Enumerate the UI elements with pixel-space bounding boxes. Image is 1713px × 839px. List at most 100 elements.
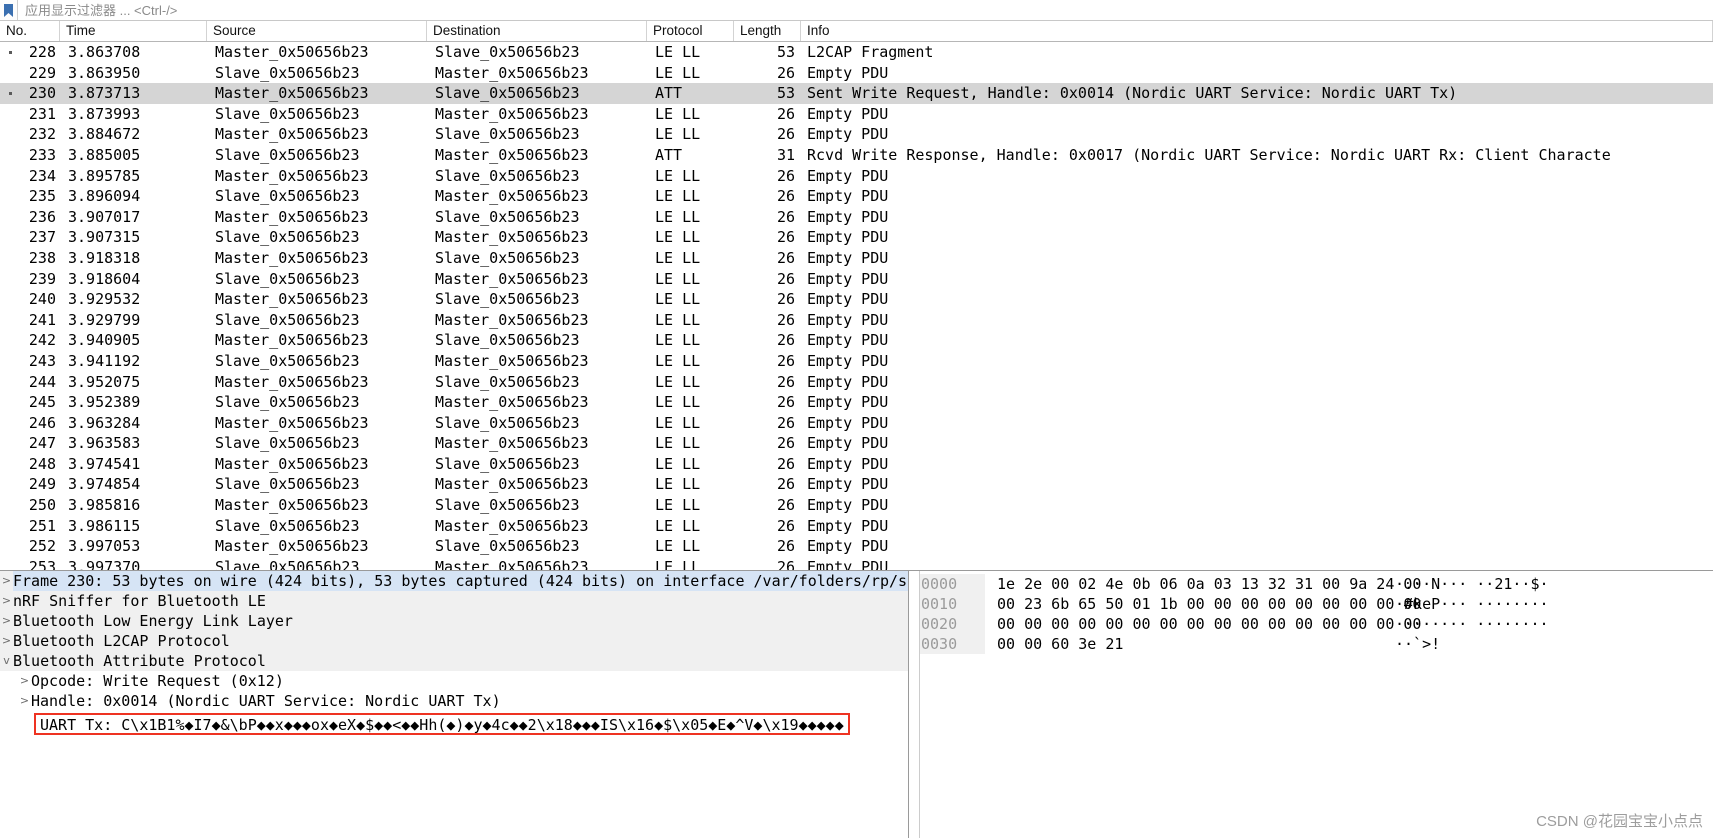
chevron-right-icon[interactable]: > [0, 571, 13, 591]
column-header-length[interactable]: Length [734, 21, 801, 41]
column-header-source[interactable]: Source [207, 21, 427, 41]
cell-no: 235 [28, 187, 56, 206]
cell-info: Empty PDU [807, 63, 889, 82]
detail-tree-row[interactable]: > Frame 230: 53 bytes on wire (424 bits),… [0, 571, 908, 591]
chevron-right-icon[interactable]: > [0, 591, 13, 611]
packet-list-body[interactable]: 228 3.863708 Master_0x50656b23 Slave_0x5065… [0, 42, 1713, 571]
cell-time: 3.907315 [68, 228, 141, 247]
display-filter-input[interactable] [18, 0, 1713, 20]
table-row[interactable]: 230 3.873713 Master_0x50656b23 Slave_0x5065… [0, 83, 1713, 104]
cell-time: 3.952389 [68, 393, 141, 412]
table-row[interactable]: 249 3.974854 Slave_0x50656b23 Master_0x5065… [0, 474, 1713, 495]
table-row[interactable]: 244 3.952075 Master_0x50656b23 Slave_0x5065… [0, 372, 1713, 393]
hex-ascii: ········ ········ [1395, 615, 1549, 633]
bookmark-icon[interactable] [0, 0, 18, 20]
cell-protocol: LE LL [655, 434, 701, 453]
cell-no: 246 [28, 413, 56, 432]
column-header-time[interactable]: Time [60, 21, 207, 41]
hex-bytes: 00 00 00 00 00 00 00 00 00 00 00 00 00 0… [997, 615, 1422, 633]
cell-destination: Master_0x50656b23 [435, 351, 589, 370]
column-header-destination[interactable]: Destination [427, 21, 647, 41]
cell-no: 232 [28, 125, 56, 144]
table-row[interactable]: 234 3.895785 Master_0x50656b23 Slave_0x5065… [0, 166, 1713, 187]
column-header-no[interactable]: No. [0, 21, 60, 41]
table-row[interactable]: 245 3.952389 Slave_0x50656b23 Master_0x5065… [0, 392, 1713, 413]
cell-protocol: LE LL [655, 248, 701, 267]
detail-tree-row[interactable]: v Bluetooth Attribute Protocol [0, 651, 908, 671]
hex-bytes: 1e 2e 00 02 4e 0b 06 0a 03 13 32 31 00 9… [997, 575, 1422, 593]
hex-dump-row[interactable]: 0000 1e 2e 00 02 4e 0b 06 0a 03 13 32 31 … [909, 574, 1713, 594]
chevron-right-icon[interactable]: > [0, 611, 13, 631]
cell-no: 244 [28, 372, 56, 391]
column-header-info[interactable]: Info [801, 21, 1713, 41]
cell-source: Master_0x50656b23 [215, 537, 369, 556]
cell-destination: Slave_0x50656b23 [435, 331, 580, 350]
detail-tree-row[interactable]: > Handle: 0x0014 (Nordic UART Service: No… [0, 691, 908, 711]
chevron-right-icon[interactable]: > [18, 691, 31, 711]
cell-destination: Master_0x50656b23 [435, 557, 589, 571]
cell-no: 234 [28, 166, 56, 185]
cell-no: 233 [28, 145, 56, 164]
cell-info: Empty PDU [807, 187, 889, 206]
cell-no: 241 [28, 310, 56, 329]
detail-tree-label: Handle: 0x0014 (Nordic UART Service: Nor… [31, 692, 501, 710]
cell-protocol: LE LL [655, 290, 701, 309]
table-row[interactable]: 238 3.918318 Master_0x50656b23 Slave_0x5065… [0, 248, 1713, 269]
packet-list-pane[interactable]: No. Time Source Destination Protocol Len… [0, 21, 1713, 571]
cell-time: 3.863708 [68, 43, 141, 61]
detail-tree-row[interactable]: > nRF Sniffer for Bluetooth LE [0, 591, 908, 611]
packet-details-pane[interactable]: > Frame 230: 53 bytes on wire (424 bits),… [0, 571, 908, 838]
detail-tree-label: Bluetooth Low Energy Link Layer [13, 612, 293, 630]
cell-destination: Master_0x50656b23 [435, 63, 589, 82]
table-row[interactable]: 237 3.907315 Slave_0x50656b23 Master_0x5065… [0, 227, 1713, 248]
cell-length: 53 [776, 84, 795, 103]
table-row[interactable]: 241 3.929799 Slave_0x50656b23 Master_0x5065… [0, 310, 1713, 331]
table-row[interactable]: 239 3.918604 Slave_0x50656b23 Master_0x5065… [0, 269, 1713, 290]
table-row[interactable]: 251 3.986115 Slave_0x50656b23 Master_0x5065… [0, 516, 1713, 537]
detail-tree-row[interactable]: > Bluetooth L2CAP Protocol [0, 631, 908, 651]
cell-destination: Master_0x50656b23 [435, 516, 589, 535]
table-row[interactable]: 233 3.885005 Slave_0x50656b23 Master_0x5065… [0, 145, 1713, 166]
table-row[interactable]: 235 3.896094 Slave_0x50656b23 Master_0x5065… [0, 186, 1713, 207]
table-row[interactable]: 247 3.963583 Slave_0x50656b23 Master_0x5065… [0, 433, 1713, 454]
table-row[interactable]: 243 3.941192 Slave_0x50656b23 Master_0x5065… [0, 351, 1713, 372]
hex-dump[interactable]: 0000 1e 2e 00 02 4e 0b 06 0a 03 13 32 31 … [909, 571, 1713, 654]
table-row[interactable]: 229 3.863950 Slave_0x50656b23 Master_0x5065… [0, 63, 1713, 84]
cell-source: Master_0x50656b23 [215, 290, 369, 309]
table-row[interactable]: 231 3.873993 Slave_0x50656b23 Master_0x5065… [0, 104, 1713, 125]
column-header-protocol[interactable]: Protocol [647, 21, 734, 41]
hex-dump-row[interactable]: 0020 00 00 00 00 00 00 00 00 00 00 00 00 … [909, 614, 1713, 634]
table-row[interactable]: 232 3.884672 Master_0x50656b23 Slave_0x5065… [0, 124, 1713, 145]
cell-destination: Slave_0x50656b23 [435, 496, 580, 515]
table-row[interactable]: 246 3.963284 Master_0x50656b23 Slave_0x5065… [0, 413, 1713, 434]
detail-tree-row[interactable]: > Bluetooth Low Energy Link Layer [0, 611, 908, 631]
table-row[interactable]: 242 3.940905 Master_0x50656b23 Slave_0x5065… [0, 330, 1713, 351]
cell-length: 26 [776, 187, 795, 206]
cell-time: 3.952075 [68, 372, 141, 391]
cell-length: 26 [776, 269, 795, 288]
chevron-right-icon[interactable]: > [0, 631, 13, 651]
cell-source: Slave_0x50656b23 [215, 351, 360, 370]
table-row[interactable]: 248 3.974541 Master_0x50656b23 Slave_0x5065… [0, 454, 1713, 475]
packet-detail-tree[interactable]: > Frame 230: 53 bytes on wire (424 bits),… [0, 571, 908, 711]
hex-offset: 0010 [909, 594, 985, 614]
hex-dump-row[interactable]: 0030 00 00 60 3e 21 ··`>! [909, 634, 1713, 654]
uart-tx-highlighted-field[interactable]: UART Tx: C\x1B1%◆I7◆&\bP◆◆x◆◆◆ox◆eX◆$◆◆<… [34, 713, 850, 735]
hex-dump-row[interactable]: 0010 00 23 6b 65 50 01 1b 00 00 00 00 00 … [909, 594, 1713, 614]
chevron-down-icon[interactable]: v [0, 651, 13, 671]
cell-source: Slave_0x50656b23 [215, 516, 360, 535]
chevron-right-icon[interactable]: > [18, 671, 31, 691]
table-row[interactable]: 252 3.997053 Master_0x50656b23 Slave_0x5065… [0, 536, 1713, 557]
table-row[interactable]: 250 3.985816 Master_0x50656b23 Slave_0x5065… [0, 495, 1713, 516]
detail-tree-row[interactable]: > Opcode: Write Request (0x12) [0, 671, 908, 691]
table-row[interactable]: 228 3.863708 Master_0x50656b23 Slave_0x5065… [0, 42, 1713, 63]
cell-destination: Master_0x50656b23 [435, 269, 589, 288]
cell-info: Empty PDU [807, 351, 889, 370]
table-row[interactable]: 240 3.929532 Master_0x50656b23 Slave_0x5065… [0, 289, 1713, 310]
table-row[interactable]: 236 3.907017 Master_0x50656b23 Slave_0x5065… [0, 207, 1713, 228]
cell-info: Empty PDU [807, 557, 889, 571]
packet-bytes-pane[interactable]: 0000 1e 2e 00 02 4e 0b 06 0a 03 13 32 31 … [908, 571, 1713, 838]
cell-no: 236 [28, 207, 56, 226]
cell-source: Master_0x50656b23 [215, 248, 369, 267]
table-row[interactable]: 253 3.997370 Slave_0x50656b23 Master_0x5065… [0, 557, 1713, 571]
